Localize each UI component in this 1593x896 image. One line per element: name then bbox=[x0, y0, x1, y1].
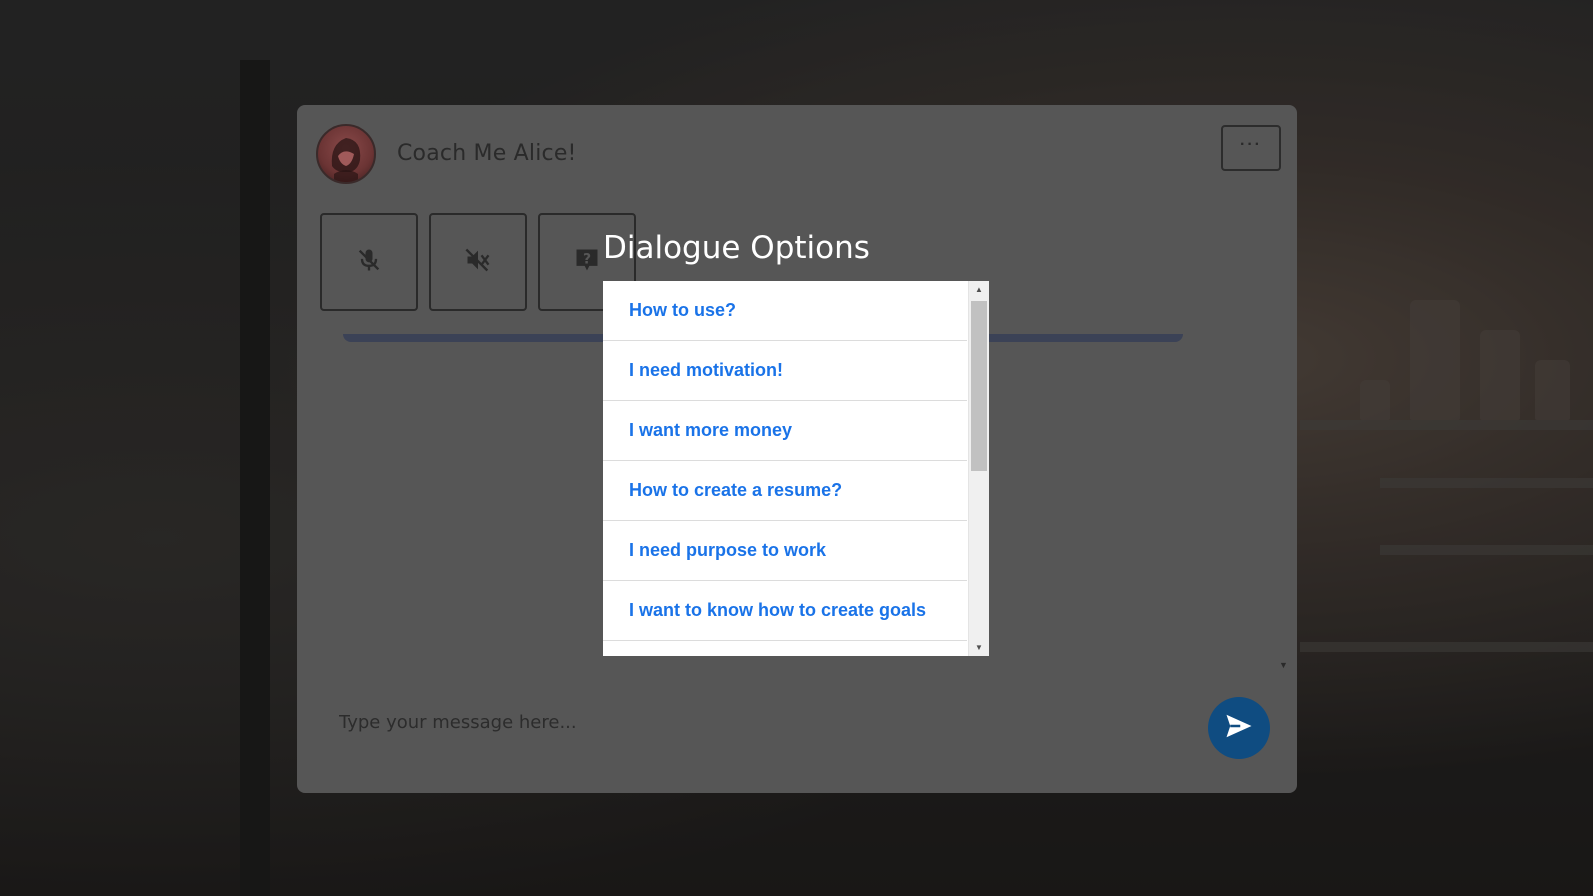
dialogue-option[interactable]: I need purpose to work bbox=[603, 521, 967, 581]
options-scrollbar[interactable]: ▲ ▼ bbox=[968, 281, 989, 656]
more-options-button[interactable]: ··· bbox=[1221, 125, 1281, 171]
dialogue-option[interactable]: I need motivation! bbox=[603, 341, 967, 401]
scroll-thumb[interactable] bbox=[971, 301, 987, 471]
mic-off-icon bbox=[355, 246, 383, 279]
dialogue-options-panel: How to use? I need motivation! I want mo… bbox=[603, 281, 989, 656]
svg-text:?: ? bbox=[583, 251, 591, 267]
dialogue-option[interactable] bbox=[603, 641, 967, 656]
help-bubble-icon: ? bbox=[573, 246, 601, 279]
send-button[interactable] bbox=[1208, 697, 1270, 759]
dialogue-option[interactable]: How to use? bbox=[603, 281, 967, 341]
coach-avatar bbox=[316, 124, 376, 184]
message-input[interactable] bbox=[337, 701, 1181, 743]
dialogue-option[interactable]: How to create a resume? bbox=[603, 461, 967, 521]
coach-title: Coach Me Alice! bbox=[397, 141, 577, 166]
more-dots-icon: ··· bbox=[1240, 136, 1262, 153]
speaker-mute-icon bbox=[464, 246, 492, 279]
sound-toggle-button[interactable] bbox=[429, 213, 527, 311]
dialog-title: Dialogue Options bbox=[603, 230, 870, 266]
dialogue-option[interactable]: I want to know how to create goals bbox=[603, 581, 967, 641]
dialogue-options-list: How to use? I need motivation! I want mo… bbox=[603, 281, 967, 656]
send-arrow-icon bbox=[1224, 711, 1254, 746]
chat-scroll-down-icon[interactable]: ▼ bbox=[1279, 660, 1288, 670]
dialogue-option[interactable]: I want more money bbox=[603, 401, 967, 461]
microphone-toggle-button[interactable] bbox=[320, 213, 418, 311]
scroll-down-arrow-icon[interactable]: ▼ bbox=[969, 643, 989, 652]
scroll-up-arrow-icon[interactable]: ▲ bbox=[969, 285, 989, 294]
